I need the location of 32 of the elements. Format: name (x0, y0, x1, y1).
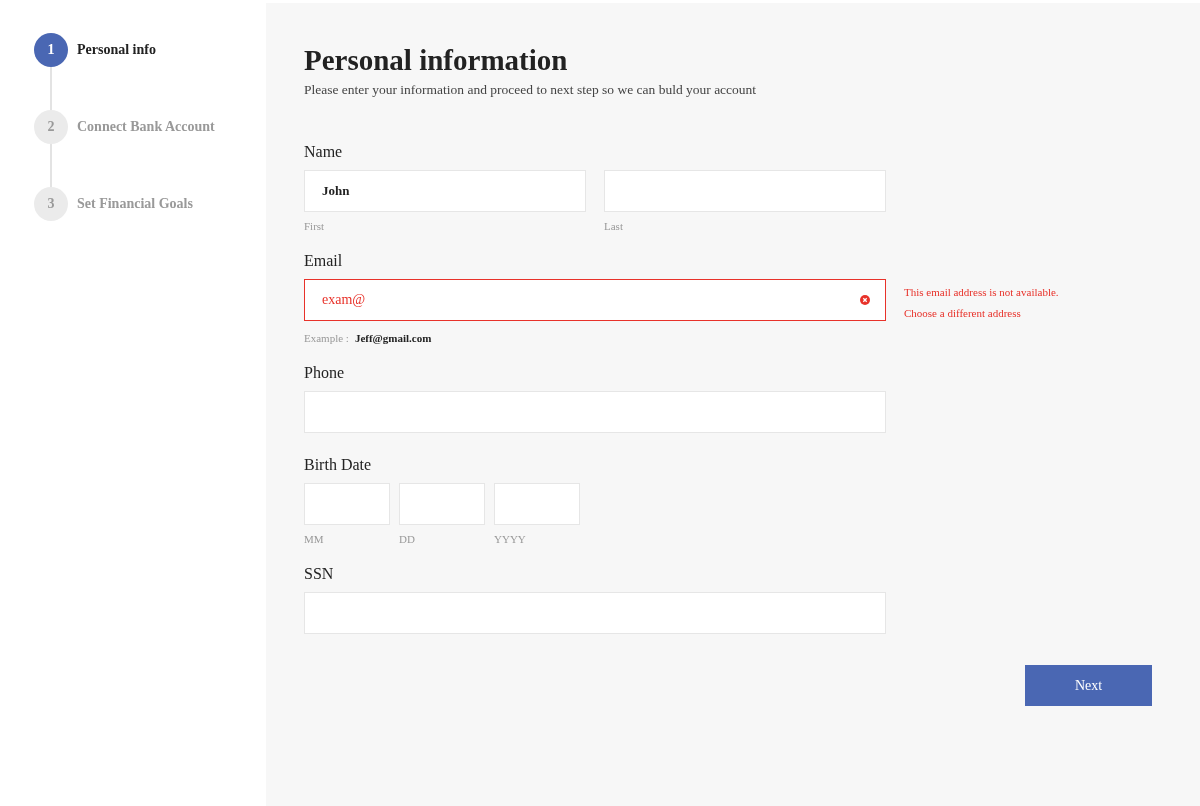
input-field[interactable] (304, 483, 390, 525)
field-label: SSN (304, 564, 335, 584)
field-caption: DD (399, 532, 416, 546)
step-number[interactable]: 2 (34, 110, 68, 144)
email-field[interactable]: exam@ (304, 279, 886, 321)
step-number[interactable]: 1 (34, 33, 68, 67)
field-caption: YYYY (494, 532, 527, 546)
step-label[interactable]: Set Financial Goals (77, 196, 193, 212)
page-subtitle: Please enter your information and proceed to next step so we can buld your account (304, 82, 758, 98)
field-caption: First (304, 219, 326, 233)
example-value: Jeff@gmail.com (354, 331, 432, 345)
error-message: This email address is not available. (904, 285, 1059, 300)
input-field[interactable] (304, 391, 886, 433)
field-caption: Last (604, 219, 624, 233)
input-field[interactable] (304, 592, 886, 634)
step-number[interactable]: 3 (34, 187, 68, 221)
input-field[interactable] (494, 483, 580, 525)
error-message: Choose a different address (904, 306, 1022, 321)
page-title: Personal information (304, 43, 569, 77)
field-label: Birth Date (304, 455, 373, 475)
field-label: Phone (304, 363, 345, 383)
field-label: Email (304, 251, 344, 271)
input-field[interactable]: John (304, 170, 586, 212)
field-caption: MM (304, 532, 325, 546)
field-label: Name (304, 142, 344, 162)
next-button[interactable]: Next (1025, 665, 1152, 706)
input-field[interactable] (604, 170, 886, 212)
clear-icon[interactable] (860, 295, 870, 305)
step-label[interactable]: Connect Bank Account (77, 119, 215, 135)
input-field[interactable] (399, 483, 485, 525)
example-label: Example : (304, 331, 349, 345)
step-label[interactable]: Personal info (77, 42, 156, 58)
